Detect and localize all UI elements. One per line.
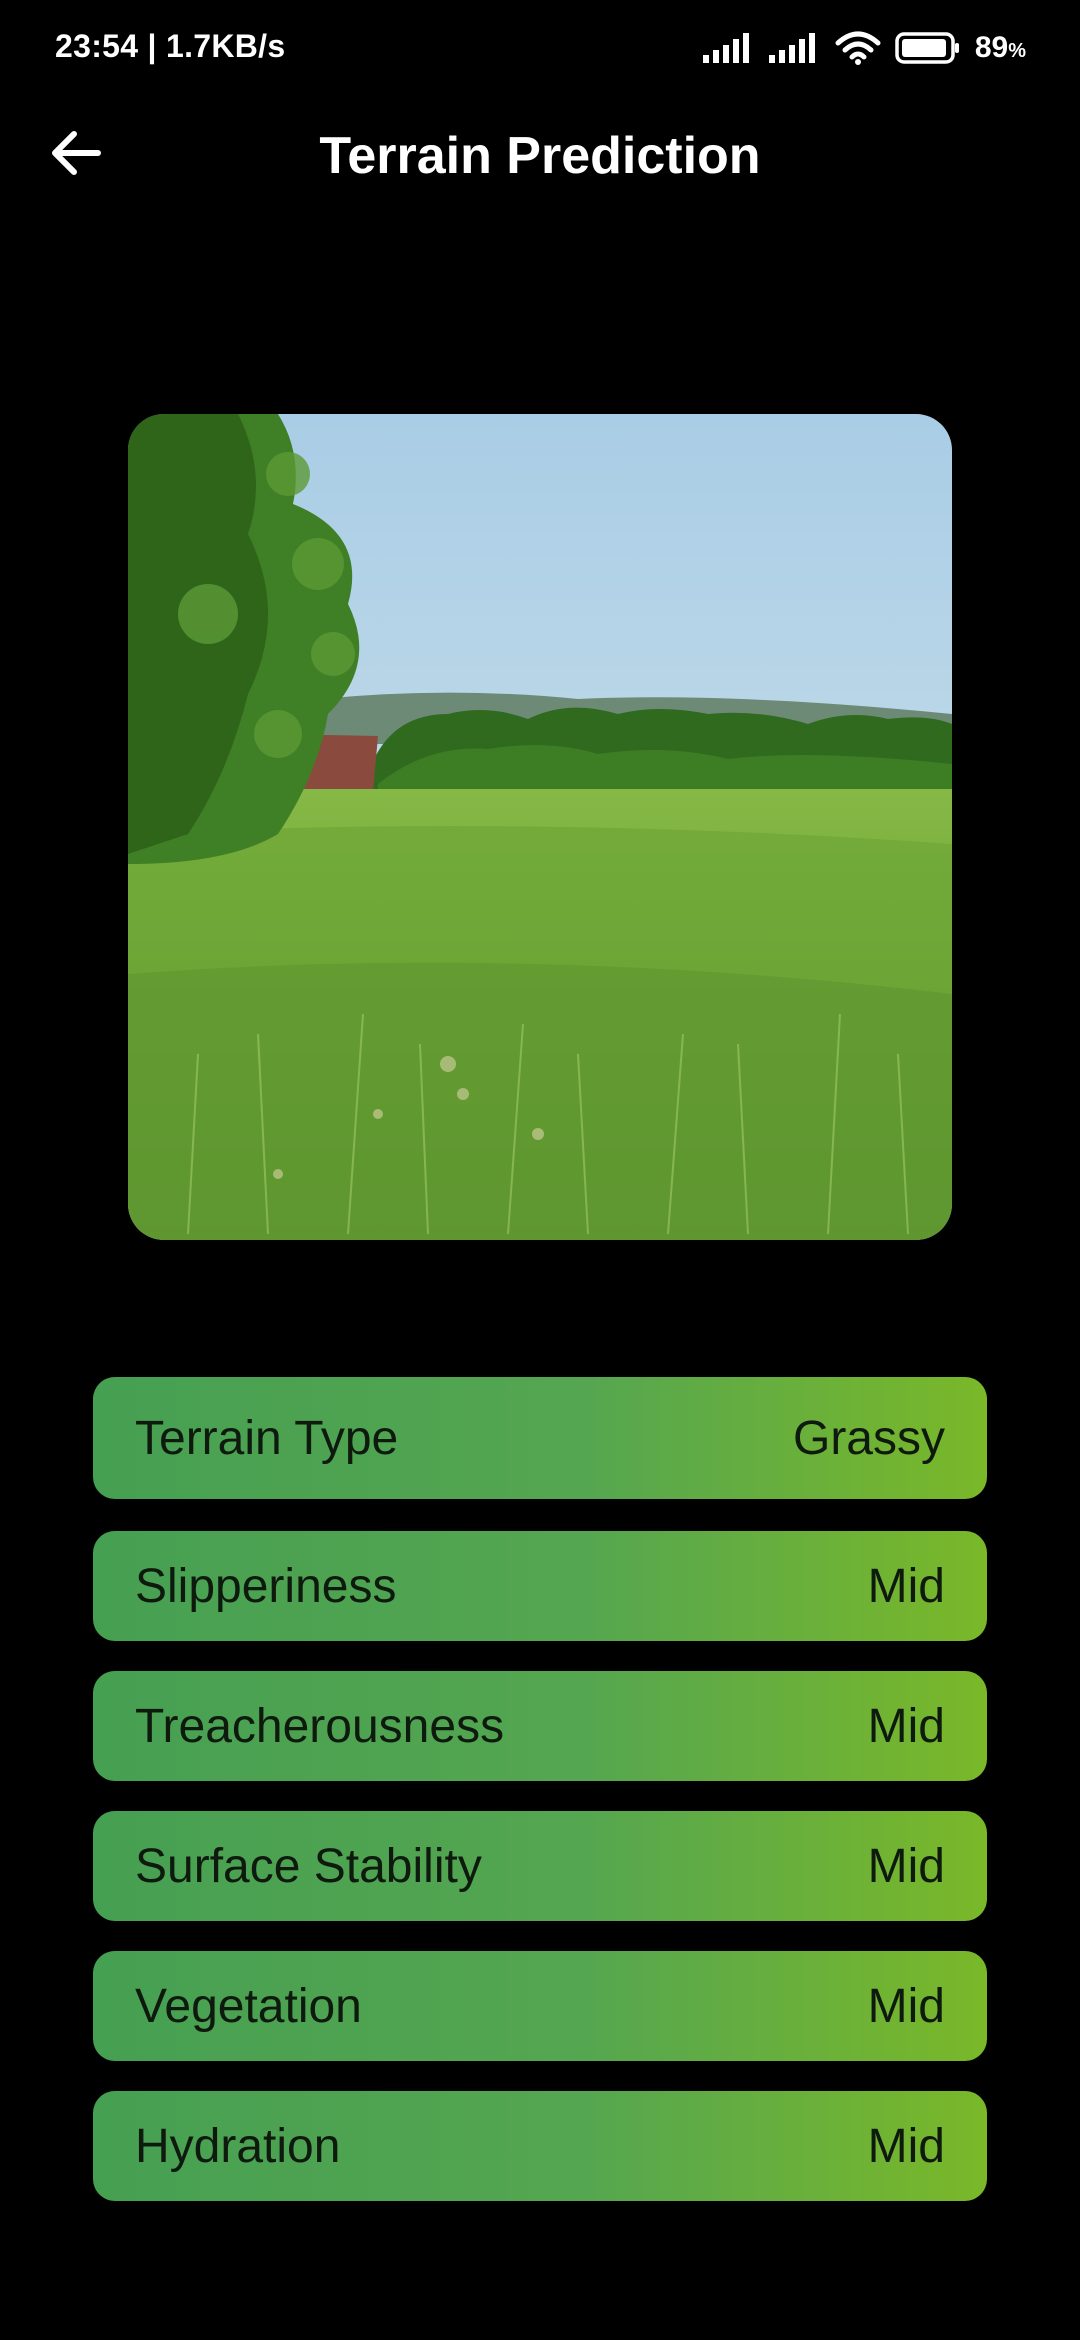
page-title: Terrain Prediction	[319, 127, 761, 185]
result-label: Vegetation	[135, 1979, 362, 2033]
result-label: Surface Stability	[135, 1839, 482, 1893]
status-time-speed: 23:54 | 1.7KB/s	[55, 28, 286, 64]
result-row-vegetation[interactable]: Vegetation Mid	[93, 1951, 987, 2061]
result-value: Mid	[867, 1559, 945, 1613]
wifi-icon	[835, 31, 881, 65]
cell-signal-icon	[702, 33, 755, 63]
result-value: Mid	[867, 1839, 945, 1893]
result-value: Grassy	[792, 1411, 945, 1465]
result-row-surface-stability[interactable]: Surface Stability Mid	[93, 1811, 987, 1921]
result-row-terrain-type[interactable]: Terrain Type Grassy	[93, 1377, 987, 1499]
cell-signal-2-icon	[768, 33, 821, 63]
result-value: Mid	[867, 1979, 945, 2033]
result-row-hydration[interactable]: Hydration Mid	[93, 2091, 987, 2201]
result-row-slipperiness[interactable]: Slipperiness Mid	[93, 1531, 987, 1641]
result-label: Terrain Type	[135, 1411, 399, 1465]
result-value: Mid	[867, 2119, 945, 2173]
status-icons: 89%	[702, 26, 1026, 70]
terrain-photo	[128, 414, 952, 1240]
status-bar: 23:54 | 1.7KB/s 89%	[0, 0, 1080, 96]
result-label: Hydration	[135, 2119, 341, 2173]
battery-icon	[895, 32, 961, 64]
battery-percent: 89%	[974, 31, 1026, 64]
result-label: Treacherousness	[135, 1699, 505, 1753]
result-value: Mid	[867, 1699, 945, 1753]
result-row-treacherousness[interactable]: Treacherousness Mid	[93, 1671, 987, 1781]
result-label: Slipperiness	[135, 1559, 397, 1613]
app-bar: Terrain Prediction	[0, 100, 1080, 210]
